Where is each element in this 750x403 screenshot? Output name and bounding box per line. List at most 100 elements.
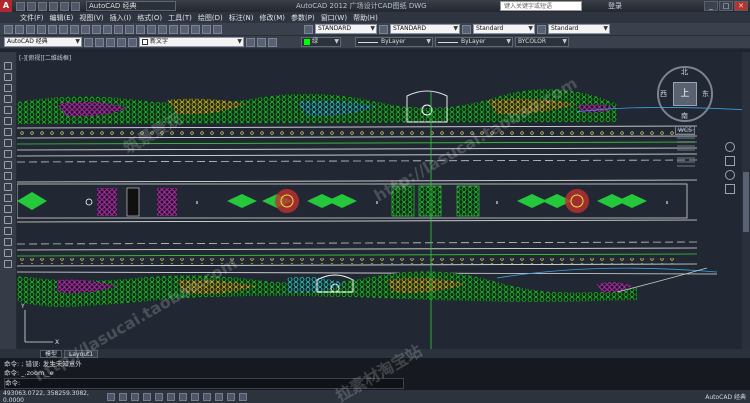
viewcube-face[interactable]: 上: [673, 82, 697, 106]
insert-block-icon[interactable]: [4, 183, 12, 191]
zoom-nav-icon[interactable]: [725, 170, 735, 180]
menu-parametric[interactable]: 参数(P): [291, 13, 315, 23]
match-properties-icon[interactable]: [92, 24, 101, 34]
plot-icon[interactable]: [71, 1, 80, 11]
zoom-icon[interactable]: [114, 24, 123, 34]
ducs-icon[interactable]: [179, 392, 187, 401]
ortho-icon[interactable]: [131, 392, 139, 401]
dim-style-select[interactable]: STANDARD ▼: [390, 24, 460, 34]
lineweight-icon[interactable]: [203, 392, 211, 401]
lock-icon[interactable]: [128, 37, 137, 47]
sun-icon[interactable]: [117, 37, 126, 47]
rectangle-icon[interactable]: [4, 106, 12, 114]
region-icon[interactable]: [4, 238, 12, 246]
autocad-logo-icon[interactable]: A: [0, 0, 12, 12]
properties-icon[interactable]: [147, 24, 156, 34]
paste-icon[interactable]: [81, 24, 90, 34]
ellipse-arc-icon[interactable]: [4, 172, 12, 180]
open-file-icon[interactable]: [15, 24, 24, 34]
status-workspace[interactable]: AutoCAD 经典: [705, 392, 746, 401]
tab-layout1[interactable]: Layout1: [64, 349, 99, 358]
gradient-icon[interactable]: [4, 227, 12, 235]
design-center-icon[interactable]: [158, 24, 167, 34]
menu-help[interactable]: 帮助(H): [353, 13, 378, 23]
maximize-button[interactable]: □: [719, 1, 733, 11]
search-input[interactable]: 键入关键字或短语: [500, 1, 582, 11]
layer-properties-icon[interactable]: [95, 37, 104, 47]
make-current-icon[interactable]: [246, 37, 255, 47]
zoom-window-icon[interactable]: [125, 24, 134, 34]
viewport-controls[interactable]: [-][俯视][二维线框]: [19, 53, 71, 62]
markup-icon[interactable]: [191, 24, 200, 34]
pan-icon[interactable]: [103, 24, 112, 34]
tab-model[interactable]: 模型: [40, 349, 63, 358]
open-icon[interactable]: [27, 1, 36, 11]
color-select[interactable]: 绿 ▼: [301, 37, 341, 47]
viewcube[interactable]: 上 北 南 西 东 WCS: [657, 66, 713, 135]
menu-dimension[interactable]: 标注(N): [229, 13, 254, 23]
table-icon[interactable]: [4, 249, 12, 257]
vertical-scrollbar[interactable]: [742, 52, 750, 349]
redo-icon[interactable]: [60, 1, 69, 11]
bulb-icon[interactable]: [106, 37, 115, 47]
zoom-previous-icon[interactable]: [136, 24, 145, 34]
coordinates-readout[interactable]: 493063.0722, 358259.3082, 0.0000: [3, 390, 103, 403]
mtext-icon[interactable]: [4, 260, 12, 268]
command-input[interactable]: 命令:: [4, 378, 404, 389]
osnap-icon[interactable]: [155, 392, 163, 401]
login-link[interactable]: 登录: [608, 1, 622, 11]
menu-modify[interactable]: 修改(M): [259, 13, 285, 23]
tool-palettes-icon[interactable]: [169, 24, 178, 34]
menu-window[interactable]: 窗口(W): [321, 13, 347, 23]
point-icon[interactable]: [4, 205, 12, 213]
save-file-icon[interactable]: [26, 24, 35, 34]
undo-icon[interactable]: [49, 1, 58, 11]
polygon-icon[interactable]: [4, 95, 12, 103]
make-block-icon[interactable]: [4, 194, 12, 202]
otrack-icon[interactable]: [167, 392, 175, 401]
ellipse-icon[interactable]: [4, 161, 12, 169]
polar-icon[interactable]: [143, 392, 151, 401]
table-style-select[interactable]: Standard ▼: [473, 24, 535, 34]
spline-icon[interactable]: [4, 150, 12, 158]
selection-cycling-icon[interactable]: [239, 392, 247, 401]
layer-state-icon[interactable]: [268, 37, 277, 47]
menu-insert[interactable]: 插入(I): [110, 13, 132, 23]
workspace-select[interactable]: AutoCAD 经典: [86, 1, 176, 11]
layer-select[interactable]: 新文字 ▼: [139, 37, 244, 47]
menu-edit[interactable]: 编辑(E): [50, 13, 74, 23]
cut-icon[interactable]: [59, 24, 68, 34]
calculator-icon[interactable]: [202, 24, 211, 34]
pan-nav-icon[interactable]: [725, 156, 735, 166]
circle-icon[interactable]: [4, 128, 12, 136]
scrollbar-thumb[interactable]: [743, 172, 749, 232]
compass-south[interactable]: 南: [681, 111, 688, 121]
grid-icon[interactable]: [119, 392, 127, 401]
compass-east[interactable]: 东: [702, 89, 709, 99]
quick-properties-icon[interactable]: [227, 392, 235, 401]
layer-previous-icon[interactable]: [257, 37, 266, 47]
help-icon[interactable]: [213, 24, 222, 34]
dyn-icon[interactable]: [191, 392, 199, 401]
multileader-style-select[interactable]: Standard ▼: [548, 24, 610, 34]
menu-file[interactable]: 文件(F): [20, 13, 44, 23]
snap-icon[interactable]: [107, 392, 115, 401]
new-icon[interactable]: [16, 1, 25, 11]
revcloud-icon[interactable]: [4, 139, 12, 147]
drawing-canvas[interactable]: [-][俯视][二维线框] Y X 上 北 南 西 东 WCS: [17, 52, 750, 349]
hatch-icon[interactable]: [4, 216, 12, 224]
arc-icon[interactable]: [4, 117, 12, 125]
menu-draw[interactable]: 绘图(D): [198, 13, 223, 23]
linetype-select[interactable]: ByLayer ▼: [355, 37, 433, 47]
workspace-settings-icon[interactable]: [84, 37, 93, 47]
menu-tools[interactable]: 工具(T): [168, 13, 192, 23]
save-icon[interactable]: [38, 1, 47, 11]
lineweight-select[interactable]: ByLayer ▼: [435, 37, 513, 47]
menu-view[interactable]: 视图(V): [79, 13, 103, 23]
steering-wheel-icon[interactable]: [725, 142, 735, 152]
menu-format[interactable]: 格式(O): [137, 13, 162, 23]
wcs-label[interactable]: WCS: [675, 126, 695, 135]
preview-icon[interactable]: [48, 24, 57, 34]
new-file-icon[interactable]: [4, 24, 13, 34]
minimize-button[interactable]: _: [704, 1, 718, 11]
